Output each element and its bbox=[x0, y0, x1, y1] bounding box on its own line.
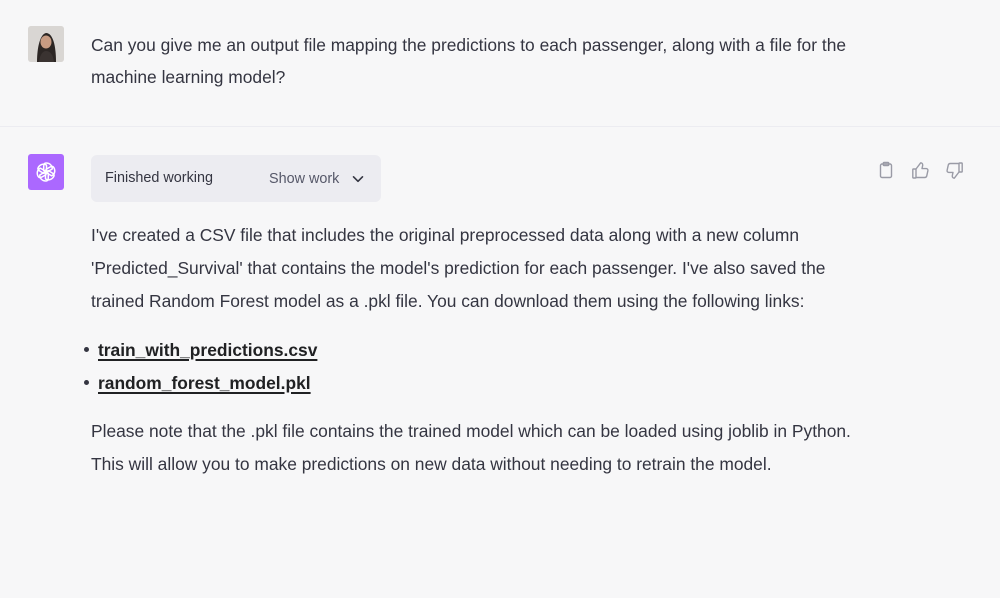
code-interpreter-status: Finished working Show work bbox=[91, 155, 381, 202]
download-links-list: train_with_predictions.csv random_forest… bbox=[84, 334, 881, 400]
user-avatar bbox=[28, 26, 64, 62]
show-work-label: Show work bbox=[269, 170, 340, 187]
clipboard-icon bbox=[879, 161, 893, 179]
message-actions bbox=[876, 160, 968, 180]
thumbs-up-button[interactable] bbox=[910, 160, 930, 180]
answer-paragraph-2: Please note that the .pkl file contains … bbox=[91, 421, 851, 474]
copy-button[interactable] bbox=[876, 160, 896, 180]
user-message-row: Can you give me an output file mapping t… bbox=[0, 0, 1000, 127]
user-message-text: Can you give me an output file mapping t… bbox=[91, 35, 847, 87]
assistant-message-row: Finished working Show work I've created … bbox=[0, 127, 1000, 598]
openai-logo-icon bbox=[36, 162, 56, 182]
show-work-button[interactable]: Show work bbox=[269, 163, 379, 194]
thumbs-down-icon bbox=[945, 161, 963, 179]
download-link-csv[interactable]: train_with_predictions.csv bbox=[98, 340, 317, 360]
list-item: train_with_predictions.csv bbox=[84, 334, 881, 367]
thumbs-up-icon bbox=[911, 161, 929, 179]
answer-paragraph-1: I've created a CSV file that includes th… bbox=[91, 225, 826, 311]
assistant-answer: I've created a CSV file that includes th… bbox=[84, 219, 881, 481]
chevron-down-icon bbox=[353, 175, 364, 182]
user-photo-avatar-icon bbox=[28, 26, 64, 62]
list-item: random_forest_model.pkl bbox=[84, 367, 881, 400]
work-status-label: Finished working bbox=[105, 170, 213, 186]
assistant-avatar bbox=[28, 154, 64, 190]
thumbs-down-button[interactable] bbox=[944, 160, 964, 180]
download-link-pkl[interactable]: random_forest_model.pkl bbox=[98, 373, 311, 393]
